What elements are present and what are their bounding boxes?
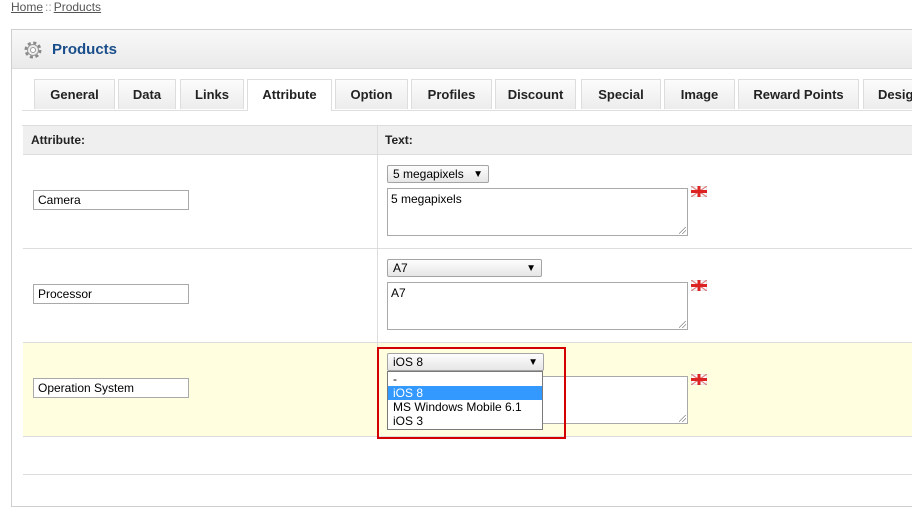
chevron-down-icon: ▼ [526,263,536,274]
gear-icon [24,41,42,59]
attribute-value-select[interactable]: A7 ▼ [387,259,542,277]
breadcrumb: Home:: Products [11,0,101,14]
select-value: 5 megapixels [393,167,464,181]
column-divider [377,249,378,342]
panel-heading: Products [12,30,912,69]
annotation-highlight-box [377,347,566,439]
text-area-value: A7 [391,286,406,300]
tab-general[interactable]: General [34,79,115,109]
tab-links[interactable]: Links [180,79,244,109]
resize-grip-icon[interactable] [679,227,686,234]
uk-flag-icon [691,374,707,385]
attribute-text-area[interactable]: A7 [387,282,688,330]
tab-bar: General Data Links Attribute Option Prof… [22,79,912,111]
resize-grip-icon[interactable] [679,321,686,328]
tab-attribute[interactable]: Attribute [247,79,332,111]
attribute-value-select[interactable]: 5 megapixels ▼ [387,165,489,183]
tab-design[interactable]: Desig [863,79,912,109]
attribute-name-input[interactable]: Processor [33,284,189,304]
tab-image[interactable]: Image [664,79,735,109]
text-area-value: 5 megapixels [391,192,462,206]
table-row: Processor A7 ▼ A7 [23,249,912,343]
column-header-text: Text: [385,133,413,147]
column-divider [377,155,378,248]
tab-option[interactable]: Option [335,79,408,109]
attribute-text-area[interactable]: 5 megapixels [387,188,688,236]
select-value: A7 [393,261,408,275]
breadcrumb-separator: :: [45,0,52,14]
breadcrumb-home-link[interactable]: Home [11,0,43,14]
page-title: Products [52,41,118,58]
uk-flag-icon [691,186,707,197]
table-header: Attribute: Text: [23,126,912,155]
table-footer-row [23,437,912,475]
chevron-down-icon: ▼ [473,169,483,180]
tab-profiles[interactable]: Profiles [411,79,492,109]
breadcrumb-products-link[interactable]: Products [54,0,101,14]
resize-grip-icon[interactable] [679,415,686,422]
uk-flag-icon [691,280,707,291]
column-header-attribute: Attribute: [31,133,85,147]
table-row: Camera 5 megapixels ▼ 5 megapixels [23,155,912,249]
tab-discount[interactable]: Discount [495,79,576,109]
tab-data[interactable]: Data [118,79,176,109]
tab-special[interactable]: Special [581,79,661,109]
attribute-name-input[interactable]: Operation System [33,378,189,398]
attribute-table: Attribute: Text: Camera 5 megapixels ▼ 5… [22,125,912,475]
attribute-name-input[interactable]: Camera [33,190,189,210]
column-divider [377,126,378,154]
tab-reward-points[interactable]: Reward Points [738,79,859,109]
